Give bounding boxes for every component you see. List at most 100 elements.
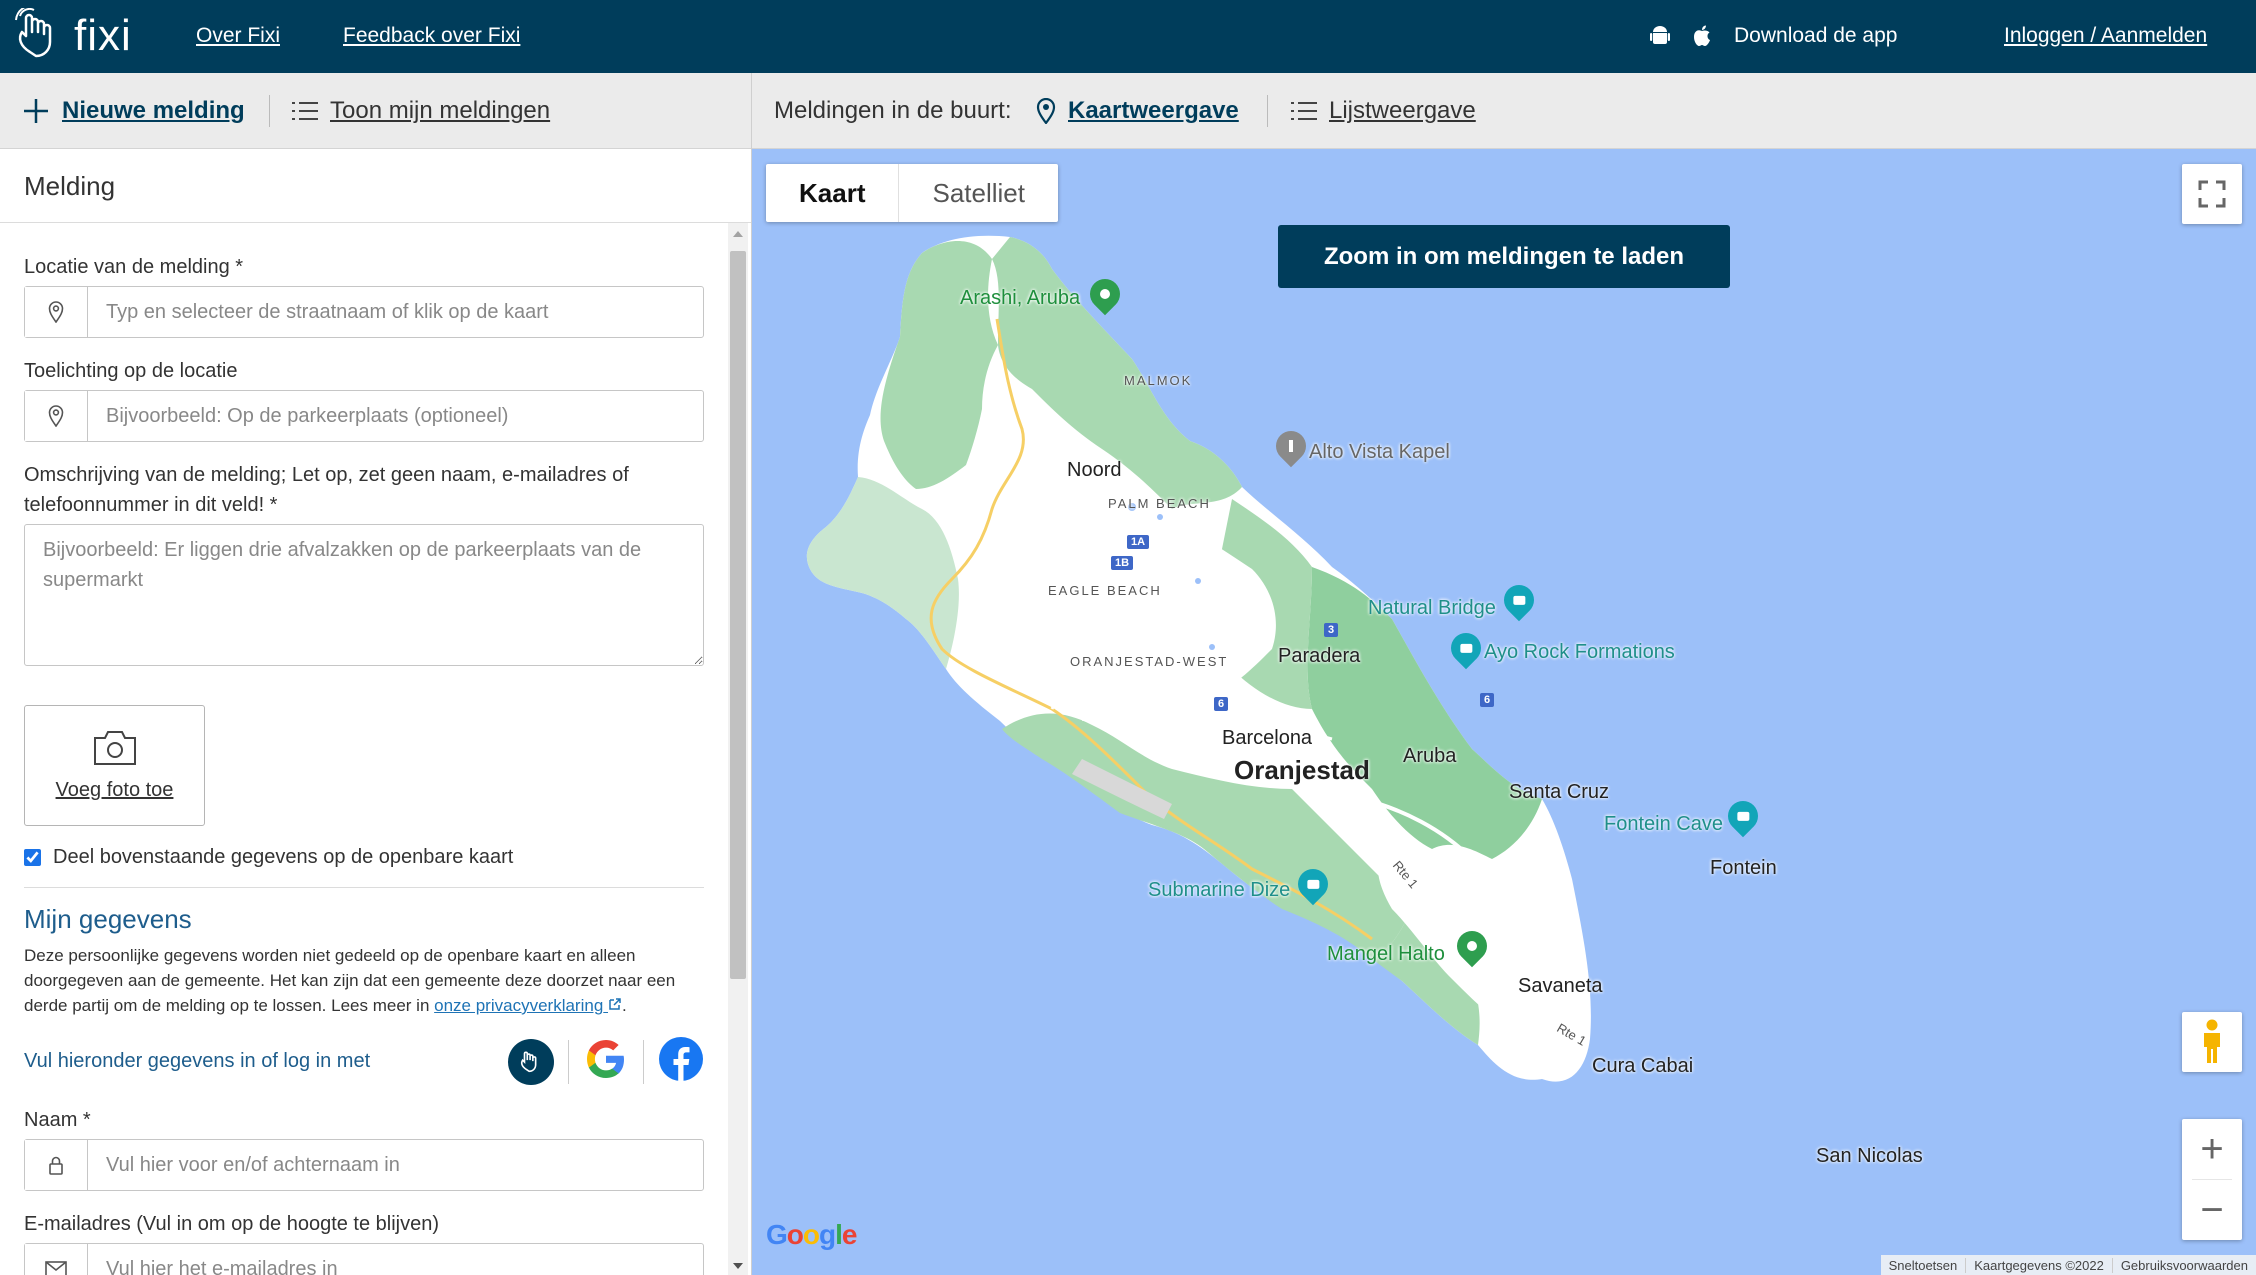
location-pin-icon <box>25 391 88 441</box>
my-reports-label: Toon mijn meldingen <box>330 97 551 124</box>
map-label-town: Santa Cruz <box>1509 781 1610 803</box>
map-label-town: Noord <box>1067 459 1122 481</box>
island-map <box>806 235 1591 1082</box>
fullscreen-icon <box>2198 180 2226 208</box>
location-note-input[interactable] <box>88 391 703 441</box>
add-photo-button[interactable]: Voeg foto toe <box>24 705 205 826</box>
feedback-link[interactable]: Feedback over Fixi <box>343 24 520 48</box>
map-label-poi: Arashi, Aruba <box>960 287 1081 309</box>
name-label: Naam * <box>24 1109 91 1131</box>
zoom-control: + − <box>2182 1119 2242 1240</box>
map-label-poi: Submarine Dize <box>1148 879 1291 901</box>
name-input[interactable] <box>88 1140 703 1190</box>
terms-link[interactable]: Gebruiksvoorwaarden <box>2111 1257 2256 1273</box>
location-input[interactable] <box>88 287 703 337</box>
personal-text: Deze persoonlijke gegevens worden niet g… <box>24 943 704 1018</box>
add-photo-label: Voeg foto toe <box>55 779 174 801</box>
share-label: Deel bovenstaande gegevens op de openbar… <box>53 846 514 868</box>
map-attribution: Sneltoetsen Kaartgegevens ©2022 Gebruiks… <box>1880 1255 2256 1275</box>
map-label-poi: Ayo Rock Formations <box>1484 641 1675 663</box>
map-area[interactable]: Kaart Satelliet Zoom in om meldingen te … <box>752 149 2256 1275</box>
scroll-up-arrow[interactable] <box>733 231 743 237</box>
personal-title: Mijn gegevens <box>24 904 192 934</box>
email-field <box>24 1243 704 1275</box>
map-type-kaart[interactable]: Kaart <box>766 164 900 222</box>
my-reports-button[interactable]: Toon mijn meldingen <box>292 97 550 125</box>
map-label-town: Aruba <box>1403 745 1457 767</box>
social-login-row: Vul hieronder gegevens in of log in met <box>24 1036 704 1087</box>
apple-icon <box>1694 25 1710 46</box>
location-label: Locatie van de melding * <box>24 256 244 278</box>
download-app[interactable]: Download de app <box>1650 24 1897 48</box>
street-view-button[interactable] <box>2182 1012 2242 1072</box>
google-logo[interactable]: Google <box>766 1219 857 1251</box>
privacy-link-label: onze privacyverklaring <box>434 996 604 1015</box>
map-label-poi: Mangel Halto <box>1327 943 1445 965</box>
form-scrollbar[interactable] <box>728 223 748 1275</box>
zoom-in-button[interactable]: + <box>2182 1119 2242 1179</box>
map-label-town: Cura Cabai <box>1592 1055 1694 1077</box>
login-link[interactable]: Inloggen / Aanmelden <box>2004 24 2207 48</box>
hand-icon <box>520 1050 537 1072</box>
fullscreen-button[interactable] <box>2182 164 2242 224</box>
about-fixi-link[interactable]: Over Fixi <box>196 24 280 48</box>
fixi-login-button[interactable] <box>508 1038 554 1085</box>
map-label-poi: Fontein Cave <box>1604 813 1723 835</box>
location-pin-icon <box>25 287 88 337</box>
list-view-button[interactable]: Lijstweergave <box>1291 97 1476 125</box>
map-label-town: Barcelona <box>1222 727 1313 749</box>
location-note-field <box>24 390 704 442</box>
report-form: Locatie van de melding * Toelichting op … <box>24 252 704 1275</box>
description-label: Omschrijving van de melding; Let op, zet… <box>24 464 629 516</box>
nearby-text: Meldingen in de buurt: <box>774 97 1012 124</box>
description-input[interactable] <box>24 524 704 666</box>
list-icon <box>292 102 318 120</box>
map-label-poi: Natural Bridge <box>1368 597 1496 619</box>
camera-icon <box>93 731 136 765</box>
facebook-icon <box>659 1037 703 1081</box>
keyboard-shortcuts-link[interactable]: Sneltoetsen <box>1881 1258 1966 1273</box>
map-view-label: Kaartweergave <box>1068 97 1239 124</box>
map-pin-icon <box>1036 98 1056 124</box>
email-input[interactable] <box>88 1244 703 1275</box>
map-view-button[interactable]: Kaartweergave <box>1036 97 1239 125</box>
external-link-icon <box>609 998 621 1010</box>
zoom-out-button[interactable]: − <box>2182 1180 2242 1240</box>
envelope-icon <box>25 1244 88 1275</box>
name-field <box>24 1139 704 1191</box>
map-label-town: Fontein <box>1710 857 1777 879</box>
privacy-link[interactable]: onze privacyverklaring <box>434 996 622 1015</box>
map-label-area: ORANJESTAD-WEST <box>1070 654 1229 669</box>
location-note-label: Toelichting op de locatie <box>24 360 238 382</box>
map-data-text: Kaartgegevens ©2022 <box>1965 1257 2112 1273</box>
hand-icon <box>15 8 52 58</box>
map-label-area: EAGLE BEACH <box>1048 583 1162 598</box>
download-label: Download de app <box>1734 24 1898 47</box>
fixi-logo[interactable]: fixi <box>12 8 132 64</box>
personal-text-end: . <box>622 996 627 1015</box>
route-shield: 1B <box>1111 556 1134 570</box>
route-shield: 6 <box>1480 693 1495 707</box>
sub-header: Nieuwe melding Toon mijn meldingen Meldi… <box>0 73 2256 149</box>
login-with-text: Vul hieronder gegevens in of log in met <box>24 1050 371 1072</box>
map-type-satellite[interactable]: Satelliet <box>899 164 1058 222</box>
route-shield: 3 <box>1324 623 1339 637</box>
android-icon <box>1650 26 1670 44</box>
new-report-label: Nieuwe melding <box>62 97 245 124</box>
location-field <box>24 286 704 338</box>
share-checkbox[interactable] <box>24 849 41 866</box>
nearby-label: Meldingen in de buurt: <box>774 97 1012 125</box>
lock-icon <box>25 1140 88 1190</box>
facebook-login-button[interactable] <box>658 1036 704 1087</box>
map-label-town: Savaneta <box>1518 975 1603 997</box>
scroll-thumb[interactable] <box>730 251 746 979</box>
new-report-button[interactable]: Nieuwe melding <box>22 97 245 125</box>
logo-text: fixi <box>74 11 132 60</box>
panel-title: Melding <box>24 171 116 201</box>
google-icon <box>587 1040 624 1078</box>
route-shield: 6 <box>1214 697 1229 711</box>
route-shield: 1A <box>1127 535 1150 549</box>
scroll-down-arrow[interactable] <box>733 1263 743 1269</box>
zoom-banner: Zoom in om meldingen te laden <box>1278 225 1730 288</box>
google-login-button[interactable] <box>583 1036 629 1087</box>
